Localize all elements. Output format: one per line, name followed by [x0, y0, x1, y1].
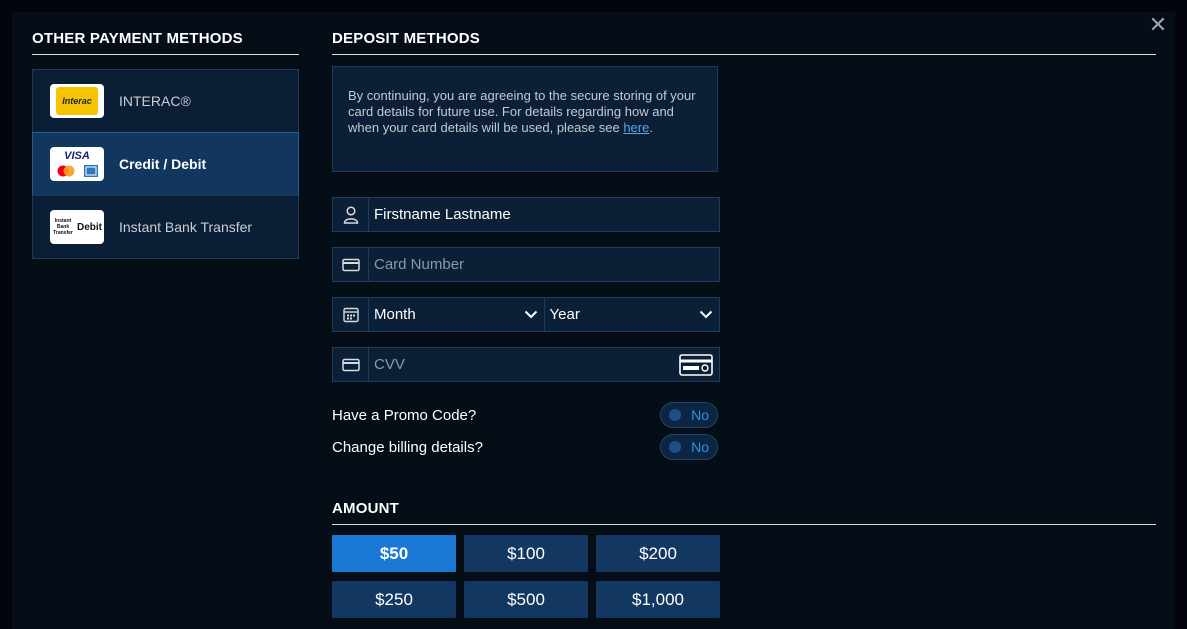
cvv-input[interactable] [369, 347, 673, 382]
cvv-field [332, 347, 720, 382]
card-back-icon[interactable] [673, 353, 719, 376]
payment-method-instant-bank-transfer[interactable]: Instant Bank Transfer Debit Instant Bank… [32, 195, 299, 259]
chevron-down-icon [699, 310, 713, 319]
amount-option-500[interactable]: $500 [464, 581, 588, 618]
payment-method-list: Interac INTERAC® VISA Credit / Debit Ins… [32, 69, 299, 259]
credit-card-icon [333, 248, 369, 281]
toggle-label: No [691, 407, 709, 423]
promo-code-row: Have a Promo Code? No [332, 402, 718, 428]
billing-details-toggle[interactable]: No [660, 434, 718, 460]
expiry-year-select[interactable]: Year [545, 298, 720, 331]
toggle-knob [669, 441, 681, 453]
amex-icon [84, 165, 98, 177]
card-number-field [332, 247, 720, 282]
interac-logo: Interac [50, 84, 104, 118]
instant-bank-transfer-logo: Instant Bank Transfer Debit [50, 210, 104, 244]
payment-method-credit-debit[interactable]: VISA Credit / Debit [32, 132, 299, 196]
cardholder-name-input[interactable] [369, 197, 719, 232]
billing-details-row: Change billing details? No [332, 434, 718, 460]
payment-method-interac[interactable]: Interac INTERAC® [32, 69, 299, 133]
promo-code-toggle[interactable]: No [660, 402, 718, 428]
user-icon [333, 198, 369, 231]
mastercard-icon [57, 165, 75, 177]
notice-here-link[interactable]: here [623, 120, 649, 135]
calendar-icon [333, 298, 369, 331]
credit-card-icon [333, 348, 369, 381]
amount-option-100[interactable]: $100 [464, 535, 588, 572]
chevron-down-icon [524, 310, 537, 319]
deposit-modal: ✕ OTHER PAYMENT METHODS Interac INTERAC®… [12, 12, 1175, 629]
deposit-methods-title: DEPOSIT METHODS [332, 30, 1156, 55]
card-brands-logo: VISA [50, 147, 104, 181]
amount-option-1000[interactable]: $1,000 [596, 581, 720, 618]
expiry-month-select[interactable]: Month [369, 298, 545, 331]
toggle-knob [669, 409, 681, 421]
payment-method-label: Credit / Debit [119, 156, 207, 172]
card-storage-notice: By continuing, you are agreeing to the s… [332, 66, 718, 172]
card-number-input[interactable] [369, 247, 719, 282]
amount-option-200[interactable]: $200 [596, 535, 720, 572]
cardholder-name-field [332, 197, 720, 232]
amount-option-50[interactable]: $50 [332, 535, 456, 572]
expiry-field: Month Year [332, 297, 720, 332]
payment-method-label: INTERAC® [119, 93, 191, 109]
amount-option-250[interactable]: $250 [332, 581, 456, 618]
toggle-label: No [691, 439, 709, 455]
amount-title: AMOUNT [332, 500, 1156, 525]
promo-code-label: Have a Promo Code? [332, 406, 477, 424]
payment-method-label: Instant Bank Transfer [119, 219, 253, 235]
other-payment-methods-title: OTHER PAYMENT METHODS [32, 30, 299, 55]
billing-details-label: Change billing details? [332, 438, 483, 456]
